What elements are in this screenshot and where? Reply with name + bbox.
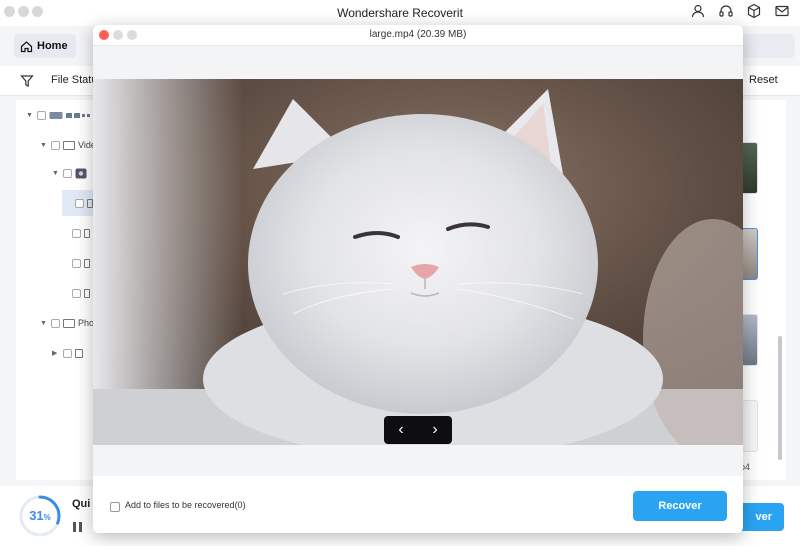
add-to-recover-checkbox[interactable] bbox=[110, 502, 120, 512]
preview-titlebar: large.mp4 (20.39 MB) bbox=[93, 25, 743, 46]
file-status-filter[interactable]: File Statu bbox=[51, 74, 97, 86]
tree-item-photo[interactable]: ▼ Pho bbox=[40, 314, 94, 332]
video-preview[interactable] bbox=[93, 79, 743, 445]
expand-icon[interactable]: ▶ bbox=[52, 349, 60, 357]
folder-icon bbox=[75, 348, 83, 358]
tree-checkbox[interactable] bbox=[75, 198, 84, 208]
tree-checkbox[interactable] bbox=[63, 168, 72, 178]
tree-item-video[interactable]: ▼ Vide bbox=[40, 136, 96, 154]
expand-icon[interactable]: ▼ bbox=[40, 320, 48, 327]
tree-checkbox[interactable] bbox=[63, 348, 72, 358]
tree-checkbox[interactable] bbox=[51, 318, 60, 328]
previous-button[interactable]: ‹ bbox=[398, 421, 403, 439]
filter-icon[interactable] bbox=[20, 74, 34, 88]
drive-icon bbox=[49, 111, 63, 119]
preview-footer: Add to files to be recovered(0) Recover bbox=[93, 476, 743, 533]
pause-icon[interactable] bbox=[73, 522, 83, 532]
tree-checkbox[interactable] bbox=[72, 288, 81, 298]
folder-icon bbox=[84, 288, 90, 298]
folder-tree: ▼ ▼ Vide ▼ ▼ Pho ▶ bbox=[16, 100, 96, 480]
cube-icon[interactable] bbox=[746, 3, 762, 19]
preview-dialog: large.mp4 (20.39 MB) ‹ › Add to files to… bbox=[93, 25, 743, 533]
home-label: Home bbox=[37, 40, 68, 52]
folder-icon bbox=[63, 318, 75, 328]
tree-checkbox[interactable] bbox=[72, 228, 81, 238]
search-box[interactable] bbox=[735, 34, 795, 58]
main-titlebar: Wondershare Recoverit bbox=[0, 0, 800, 26]
tree-item-photo-sub[interactable]: ▶ bbox=[52, 344, 86, 362]
tree-item-subfolder[interactable]: ▼ bbox=[52, 164, 90, 182]
user-icon[interactable] bbox=[690, 3, 706, 19]
recover-button[interactable]: Recover bbox=[633, 491, 727, 521]
video-navigation: ‹ › bbox=[384, 416, 452, 444]
next-button[interactable]: › bbox=[432, 421, 437, 439]
reset-button[interactable]: Reset bbox=[749, 74, 778, 86]
preview-title: large.mp4 (20.39 MB) bbox=[369, 29, 467, 40]
expand-icon[interactable]: ▼ bbox=[26, 112, 34, 119]
home-icon bbox=[20, 40, 33, 52]
folder-icon bbox=[63, 140, 75, 150]
expand-icon[interactable]: ▼ bbox=[40, 142, 48, 149]
tree-item-selected[interactable] bbox=[62, 190, 96, 216]
tree-item-file[interactable] bbox=[72, 254, 93, 272]
scan-progress-percent: 31% bbox=[29, 508, 51, 523]
title-actions bbox=[690, 3, 790, 19]
tree-item-file[interactable] bbox=[72, 224, 93, 242]
video-frame bbox=[93, 79, 743, 445]
folder-icon bbox=[84, 228, 90, 238]
mail-icon[interactable] bbox=[774, 3, 790, 19]
drive-name-icon bbox=[66, 113, 90, 118]
folder-icon bbox=[84, 258, 90, 268]
tree-item-drive[interactable]: ▼ bbox=[26, 106, 95, 124]
camera-icon bbox=[75, 168, 87, 178]
home-button[interactable]: Home bbox=[14, 34, 76, 58]
expand-icon[interactable]: ▼ bbox=[52, 170, 60, 177]
tree-item-label: Pho bbox=[78, 318, 95, 328]
headset-icon[interactable] bbox=[718, 3, 734, 19]
tree-checkbox[interactable] bbox=[72, 258, 81, 268]
add-to-recover-label: Add to files to be recovered(0) bbox=[125, 500, 246, 510]
scan-status-label: Qui bbox=[72, 498, 91, 510]
app-title: Wondershare Recoverit bbox=[337, 6, 463, 20]
file-grid-scrollbar[interactable] bbox=[778, 336, 782, 460]
tree-checkbox[interactable] bbox=[51, 140, 60, 150]
tree-item-file[interactable] bbox=[72, 284, 93, 302]
tree-checkbox[interactable] bbox=[37, 110, 46, 120]
